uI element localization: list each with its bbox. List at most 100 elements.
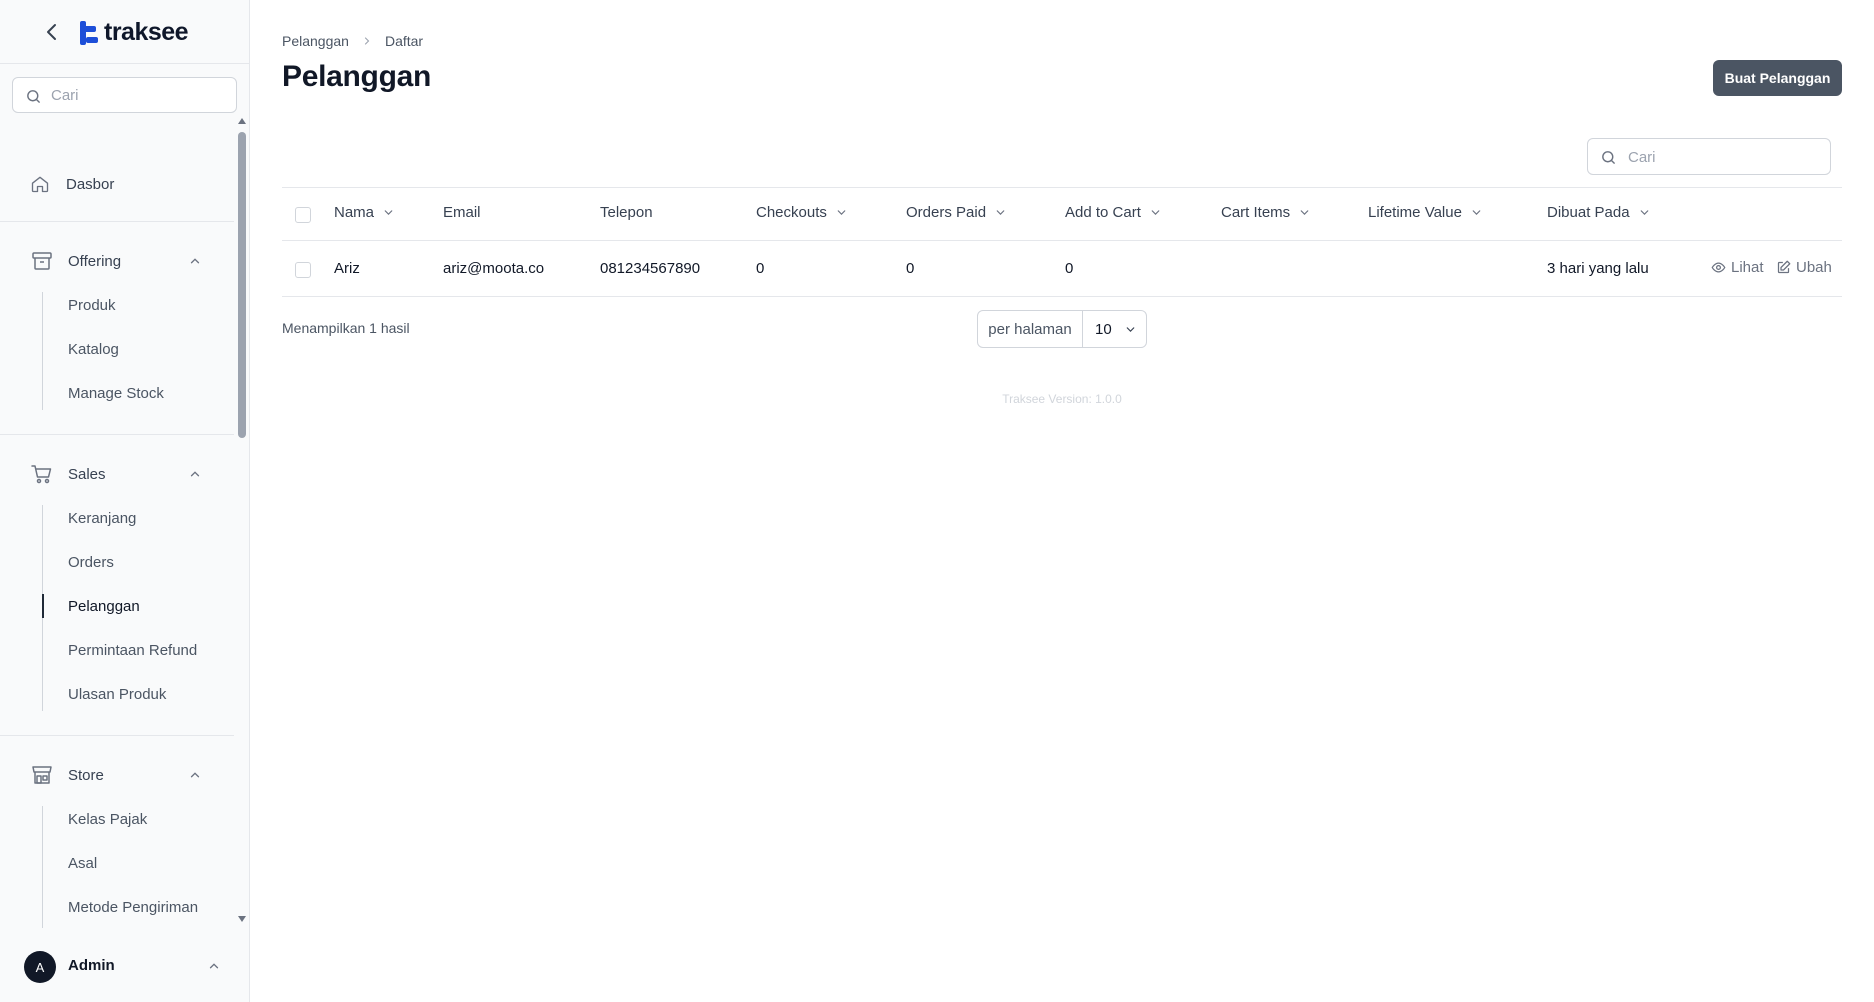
column-header-nama[interactable]: Nama xyxy=(334,204,395,221)
chevron-down-icon xyxy=(996,210,1005,215)
breadcrumb-item[interactable]: Pelanggan xyxy=(282,33,349,49)
table-row-divider xyxy=(282,240,1842,241)
search-icon xyxy=(27,90,40,103)
sidebar-item-metode-pengiriman[interactable]: Metode Pengiriman xyxy=(68,899,198,916)
scrollbar-thumb[interactable] xyxy=(238,132,246,438)
results-count: Menampilkan 1 hasil xyxy=(282,320,410,336)
avatar: A xyxy=(24,951,56,983)
chevron-up-icon xyxy=(209,963,219,969)
edit-action-label: Ubah xyxy=(1796,259,1832,276)
column-header-dibuat-pada[interactable]: Dibuat Pada xyxy=(1547,204,1651,221)
chevron-down-icon xyxy=(837,210,846,215)
sidebar-item-kelas-pajak[interactable]: Kelas Pajak xyxy=(68,811,147,828)
column-header-label: Telepon xyxy=(600,204,653,221)
cell-add-to-cart: 0 xyxy=(1065,260,1074,277)
table-border xyxy=(282,296,1842,297)
box-icon xyxy=(32,252,52,270)
column-header-lifetime-value[interactable]: Lifetime Value xyxy=(1368,204,1483,221)
user-name: Admin xyxy=(68,957,115,974)
view-action-label: Lihat xyxy=(1731,259,1764,276)
column-header-label: Email xyxy=(443,204,481,221)
column-header-label: Nama xyxy=(334,204,375,221)
chevron-down-icon xyxy=(384,210,393,215)
cell-checkouts: 0 xyxy=(756,260,765,277)
chevron-up-icon xyxy=(190,471,200,477)
column-header-orders-paid[interactable]: Orders Paid xyxy=(906,204,1007,221)
cell-dibuat-pada: 3 hari yang lalu xyxy=(1547,260,1649,277)
sidebar-sub-line xyxy=(42,292,43,410)
column-header-email: Email xyxy=(443,204,481,221)
sidebar-group-label: Offering xyxy=(68,252,122,270)
chevron-up-icon xyxy=(190,772,200,778)
column-header-label: Cart Items xyxy=(1221,204,1291,221)
column-header-label: Lifetime Value xyxy=(1368,204,1462,221)
table-search-input[interactable] xyxy=(1628,147,1818,167)
sidebar-divider xyxy=(0,735,234,736)
sidebar-group-label: Sales xyxy=(68,465,106,483)
table-search xyxy=(1587,138,1831,175)
column-header-checkouts[interactable]: Checkouts xyxy=(756,204,848,221)
home-icon xyxy=(31,176,49,193)
version-footer: Traksee Version: 1.0.0 xyxy=(1002,392,1122,406)
back-button[interactable] xyxy=(40,20,64,44)
traksee-logo-icon xyxy=(80,20,98,45)
column-header-label: Dibuat Pada xyxy=(1547,204,1630,221)
sidebar-item-label: Dasbor xyxy=(66,175,115,193)
sidebar-item-manage-stock[interactable]: Manage Stock xyxy=(68,385,164,402)
brand-name: traksee xyxy=(104,18,189,46)
brand-bar: traksee xyxy=(0,0,249,64)
sidebar-scrollbar[interactable] xyxy=(236,116,248,930)
sidebar-item-orders[interactable]: Orders xyxy=(68,554,114,571)
eye-icon xyxy=(1711,262,1726,273)
main-content: Pelanggan Daftar Pelanggan Buat Pelangga… xyxy=(250,0,1874,1002)
active-indicator xyxy=(42,594,44,618)
row-checkbox[interactable] xyxy=(295,262,311,278)
chevron-down-icon xyxy=(1472,210,1481,215)
chevron-up-icon xyxy=(190,258,200,264)
user-menu[interactable]: A Admin xyxy=(0,942,249,990)
sidebar-item-keranjang[interactable]: Keranjang xyxy=(68,510,136,527)
per-page-control: per halaman 10 xyxy=(977,310,1147,348)
sidebar-item-produk[interactable]: Produk xyxy=(68,297,116,314)
chevron-down-icon xyxy=(1126,326,1135,332)
sidebar-search-input[interactable] xyxy=(51,85,231,105)
edit-icon xyxy=(1777,260,1791,274)
sidebar-item-katalog[interactable]: Katalog xyxy=(68,341,119,358)
chevron-right-icon xyxy=(364,37,370,45)
chevron-down-icon xyxy=(1151,210,1160,215)
chevron-down-icon xyxy=(1640,210,1648,215)
logo[interactable]: traksee xyxy=(78,18,189,47)
store-icon xyxy=(32,766,52,784)
sidebar-item-permintaan-refund[interactable]: Permintaan Refund xyxy=(68,642,197,659)
sidebar-item-dashboard[interactable]: Dasbor xyxy=(30,172,114,196)
breadcrumb: Pelanggan Daftar xyxy=(282,33,423,49)
sidebar-search xyxy=(12,77,237,113)
cell-orders-paid: 0 xyxy=(906,260,915,277)
sidebar-divider xyxy=(0,434,234,435)
column-header-cart-items[interactable]: Cart Items xyxy=(1221,204,1311,221)
view-action[interactable]: Lihat xyxy=(1711,259,1764,276)
scroll-up-arrow-icon[interactable] xyxy=(238,118,246,124)
sidebar: traksee Dasbor Offering Produk Katalog M… xyxy=(0,0,250,1002)
cell-nama: Ariz xyxy=(334,260,360,277)
sidebar-item-asal[interactable]: Asal xyxy=(68,855,97,872)
sidebar-sub-line xyxy=(42,806,43,928)
cell-email: ariz@moota.co xyxy=(443,260,545,277)
sidebar-item-ulasan-produk[interactable]: Ulasan Produk xyxy=(68,686,166,703)
scroll-down-arrow-icon[interactable] xyxy=(238,916,246,922)
create-customer-button[interactable]: Buat Pelanggan xyxy=(1713,60,1842,96)
column-header-label: Add to Cart xyxy=(1065,204,1141,221)
sidebar-item-pelanggan[interactable]: Pelanggan xyxy=(68,598,140,615)
sidebar-group-sales[interactable]: Sales xyxy=(30,462,202,486)
sidebar-group-offering[interactable]: Offering xyxy=(30,249,202,273)
per-page-select[interactable]: 10 xyxy=(1083,311,1146,347)
edit-action[interactable]: Ubah xyxy=(1776,259,1832,276)
column-header-label: Checkouts xyxy=(756,204,827,221)
sidebar-group-label: Store xyxy=(68,766,104,784)
select-all-checkbox[interactable] xyxy=(295,207,311,223)
chevron-left-icon xyxy=(47,24,56,40)
per-page-value: 10 xyxy=(1095,320,1112,338)
search-icon xyxy=(1602,151,1615,164)
sidebar-group-store[interactable]: Store xyxy=(30,763,202,787)
column-header-add-to-cart[interactable]: Add to Cart xyxy=(1065,204,1162,221)
